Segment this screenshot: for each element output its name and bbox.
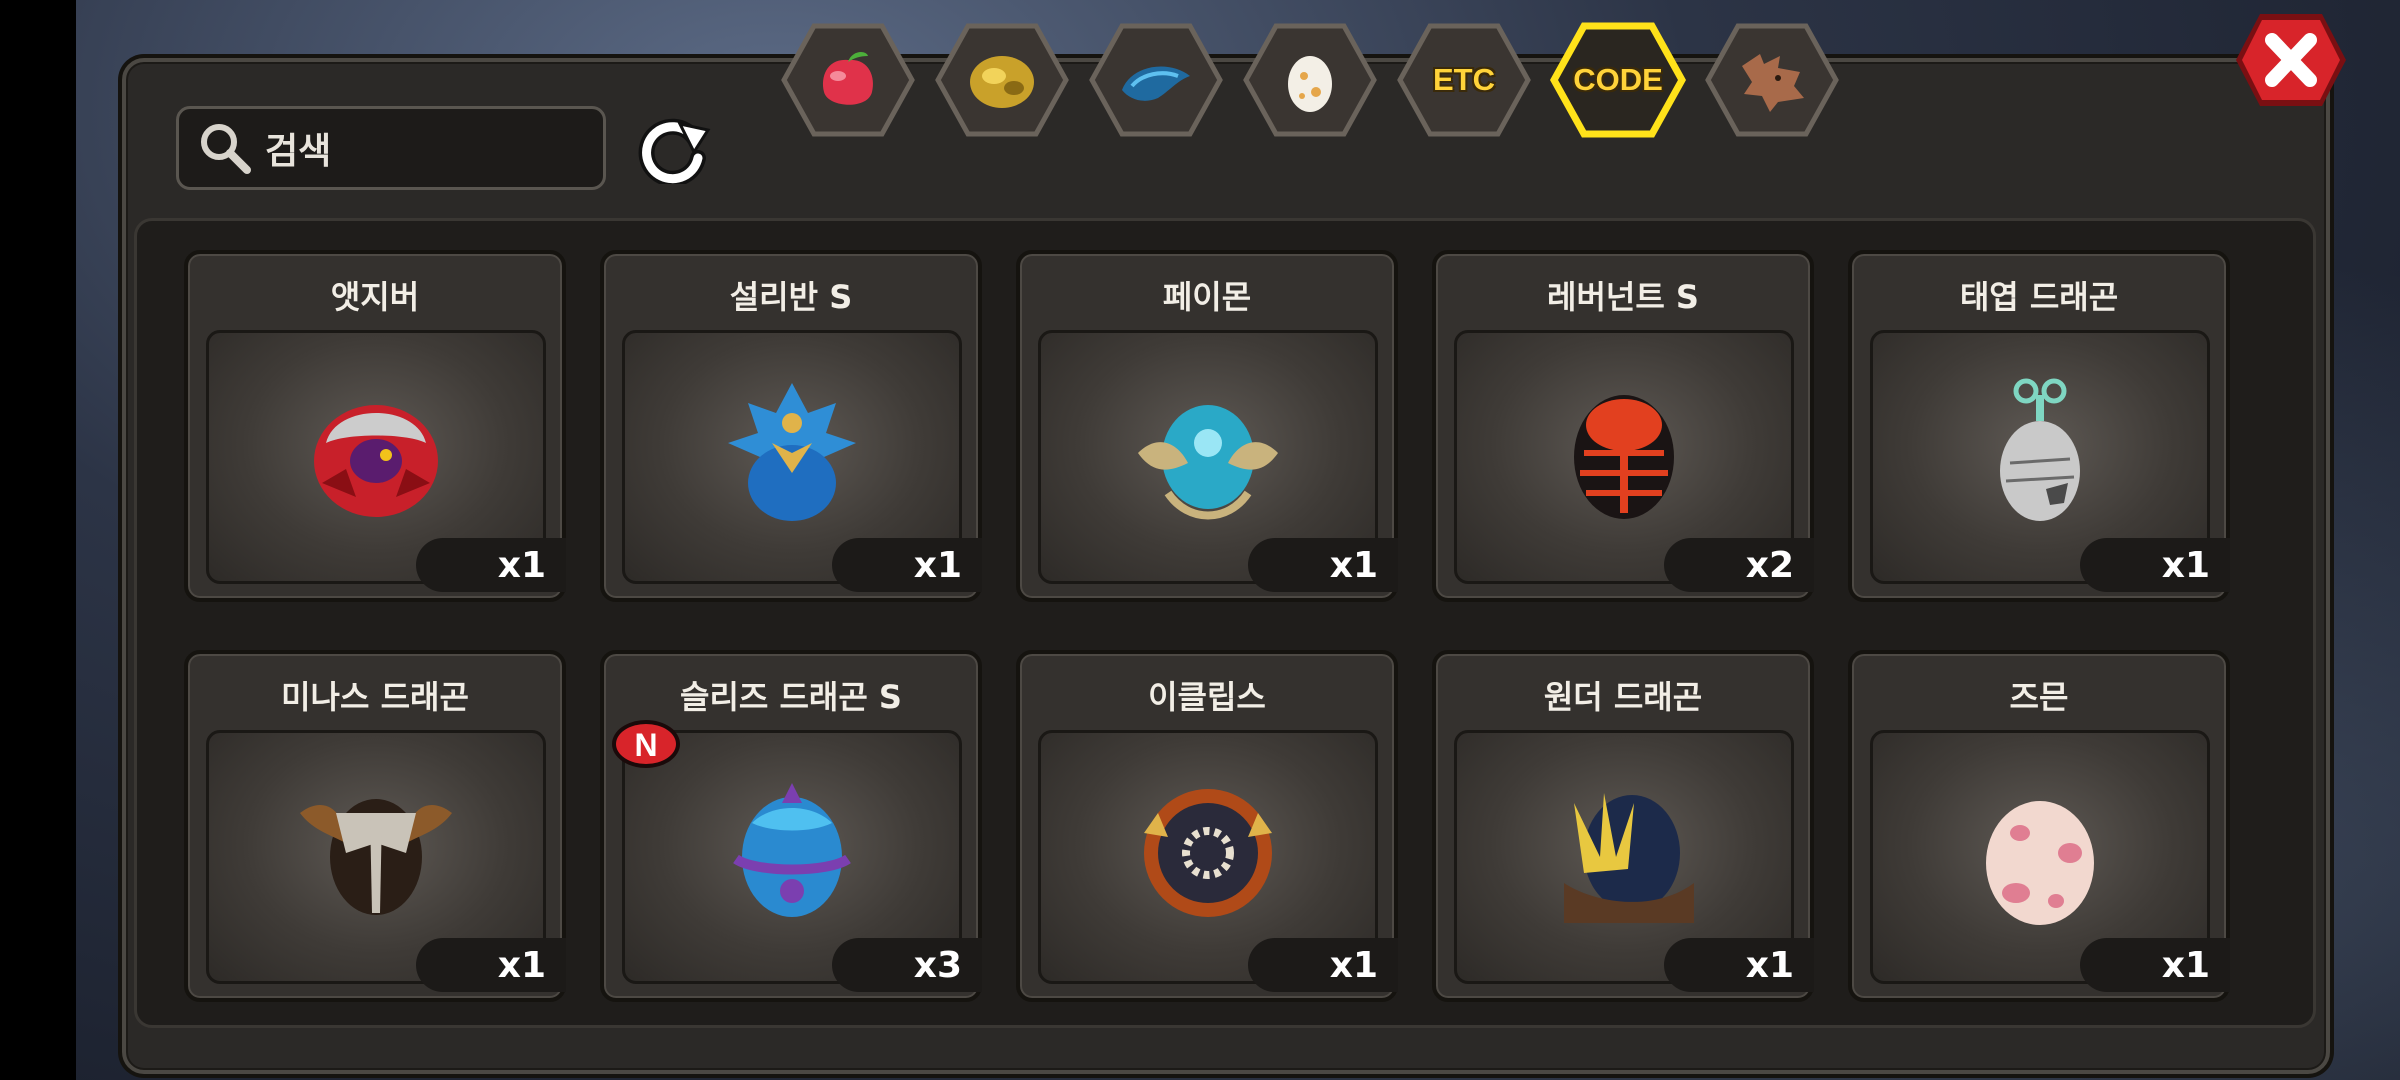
item-card[interactable]: 앳지버 x1 — [184, 250, 566, 602]
item-name: 즈믄 — [2009, 678, 2069, 716]
item-name: 페이몬 — [1162, 278, 1252, 316]
item-image — [2000, 378, 2080, 521]
item-name: 설리반 S — [729, 278, 853, 316]
item-image — [1574, 395, 1674, 519]
item-image — [1986, 801, 2094, 925]
item-name: 슬리즈 드래곤 S — [680, 678, 902, 716]
item-name: 레버넌트 S — [1547, 278, 1699, 316]
item-quantity: x1 — [1248, 538, 1398, 592]
search-input[interactable]: 검색 — [176, 106, 606, 190]
tab-code[interactable]: CODE — [1550, 22, 1686, 138]
item-image — [1564, 793, 1694, 923]
item-image — [1144, 789, 1272, 917]
item-name: 이클립스 — [1148, 678, 1266, 716]
item-quantity: x1 — [832, 538, 982, 592]
tab-code-label: CODE — [1573, 62, 1663, 97]
item-card[interactable]: 이클립스 x1 — [1016, 650, 1398, 1002]
new-badge: N — [612, 720, 680, 768]
item-image — [300, 799, 452, 915]
item-image — [1138, 405, 1278, 520]
tab-fruit[interactable] — [780, 22, 916, 138]
scale-icon — [1122, 66, 1190, 101]
tab-etc[interactable]: ETC — [1396, 22, 1532, 138]
tab-egg[interactable] — [1242, 22, 1378, 138]
item-card[interactable]: 설리반 S x1 — [600, 250, 982, 602]
item-card[interactable]: 레버넌트 S x2 — [1432, 250, 1814, 602]
item-quantity: x2 — [1664, 538, 1814, 592]
item-card[interactable]: 슬리즈 드래곤 S x3 — [600, 650, 982, 1002]
tab-gold[interactable] — [934, 22, 1070, 138]
tab-etc-label: ETC — [1433, 62, 1495, 97]
egg-icon — [1288, 56, 1332, 112]
item-quantity: x1 — [1664, 938, 1814, 992]
fruit-icon — [823, 52, 873, 105]
item-quantity: x1 — [1248, 938, 1398, 992]
item-card[interactable]: 태엽 드래곤 x1 — [1848, 250, 2230, 602]
item-quantity: x1 — [2080, 938, 2230, 992]
item-quantity: x1 — [416, 538, 566, 592]
item-image — [728, 383, 856, 521]
item-image — [314, 405, 438, 517]
tab-scale[interactable] — [1088, 22, 1224, 138]
search-placeholder: 검색 — [265, 131, 332, 172]
item-name: 태엽 드래곤 — [1959, 278, 2119, 316]
item-card[interactable]: 미나스 드래곤 x1 — [184, 650, 566, 1002]
item-name: 미나스 드래곤 — [281, 678, 469, 716]
refresh-icon[interactable] — [636, 116, 712, 184]
item-name: 원더 드래곤 — [1543, 678, 1703, 716]
item-quantity: x1 — [416, 938, 566, 992]
item-card[interactable]: 원더 드래곤 x1 — [1432, 650, 1814, 1002]
close-button[interactable] — [2232, 10, 2350, 110]
item-quantity: x3 — [832, 938, 982, 992]
dragon-head-icon — [1742, 54, 1804, 112]
item-card[interactable]: 페이몬 x1 — [1016, 250, 1398, 602]
item-image — [733, 783, 851, 917]
new-badge-text: N — [634, 727, 657, 763]
item-quantity: x1 — [2080, 538, 2230, 592]
item-name: 앳지버 — [330, 278, 420, 316]
tab-dragon[interactable] — [1704, 22, 1840, 138]
gold-icon — [970, 56, 1034, 108]
item-card[interactable]: 즈믄 x1 — [1848, 650, 2230, 1002]
search-icon — [201, 124, 251, 174]
